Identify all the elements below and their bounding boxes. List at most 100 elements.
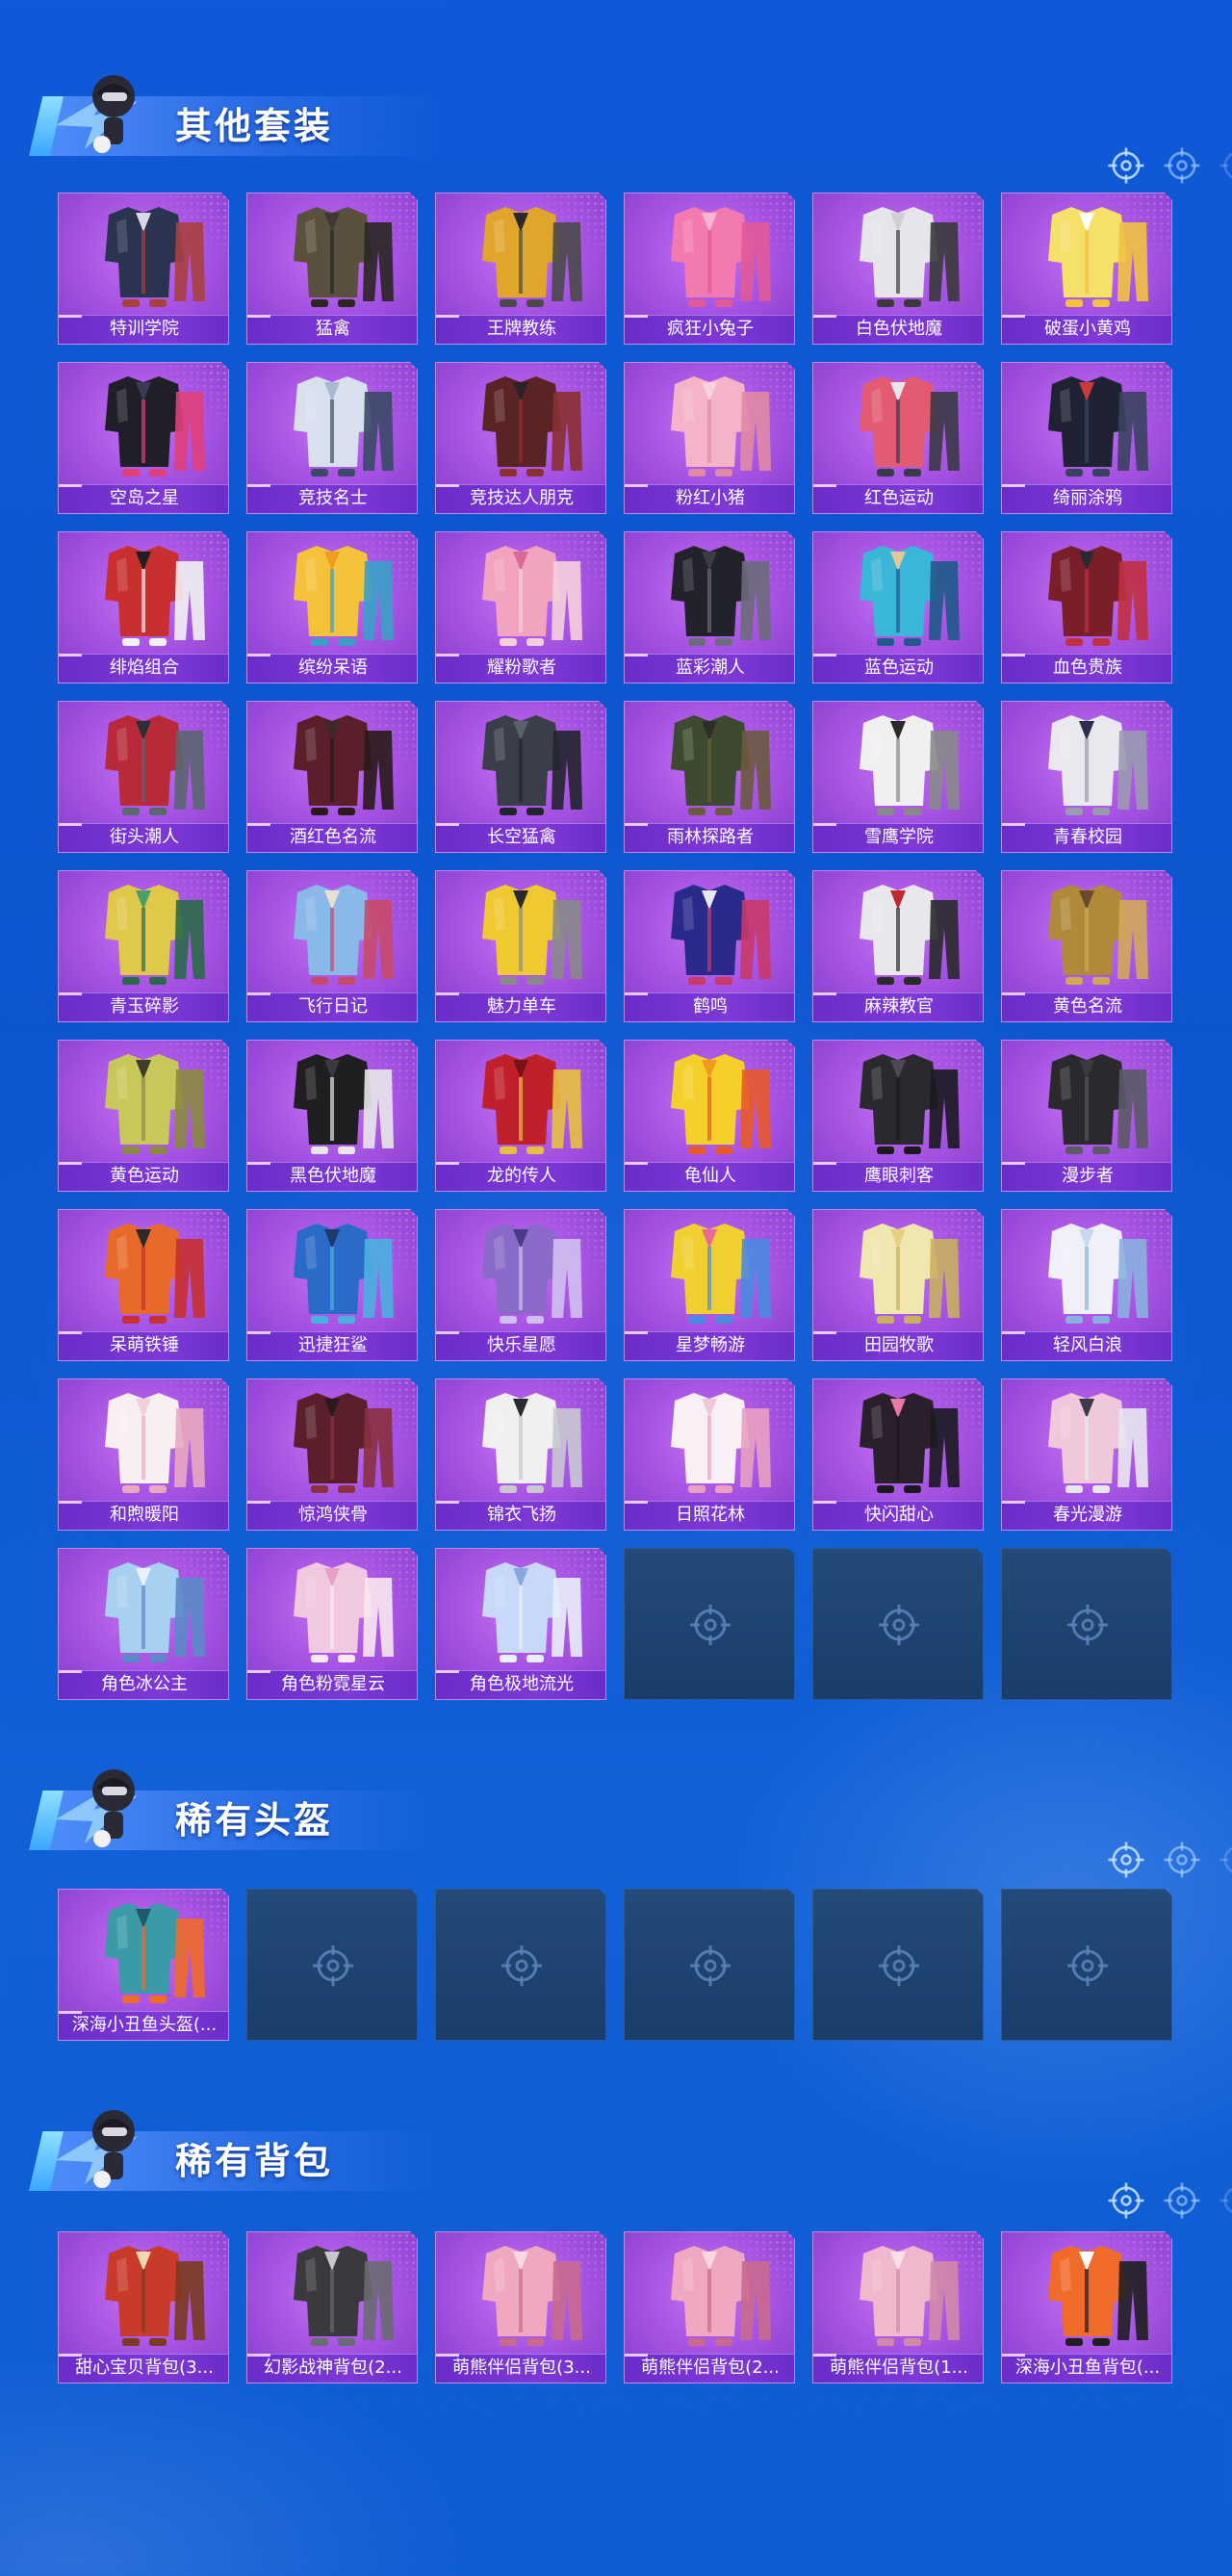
- item-card[interactable]: 深海小丑鱼头盔(...: [58, 1889, 229, 2041]
- item-card[interactable]: 长空猛禽: [435, 701, 606, 853]
- item-image: [1048, 1393, 1148, 1493]
- item-card[interactable]: 春光漫游: [1001, 1378, 1172, 1531]
- item-label: 青春校园: [1053, 827, 1122, 847]
- item-label: 疯狂小兔子: [667, 319, 754, 339]
- item-image: [671, 1054, 771, 1154]
- mascot-icon: [56, 75, 138, 153]
- item-card[interactable]: 飞行日记: [246, 870, 418, 1022]
- item-card[interactable]: 血色贵族: [1001, 531, 1172, 683]
- item-card[interactable]: 王牌教练: [435, 193, 606, 345]
- item-image: [482, 1224, 582, 1324]
- item-card[interactable]: 萌熊伴侣背包(3...: [435, 2231, 606, 2383]
- outfit-grid: 特训学院 猛禽 王牌教练 疯狂小兔子 白色伏地魔 破蛋小黄鸡空岛之星 竞技名士 竞技达人朋克 粉…: [58, 193, 1172, 1700]
- item-card[interactable]: 粉红小猪: [624, 362, 795, 514]
- item-label: 角色极地流光: [470, 1674, 574, 1694]
- item-card[interactable]: 雪鹰学院: [812, 701, 984, 853]
- item-card[interactable]: 竞技名士: [246, 362, 418, 514]
- item-card[interactable]: 绮丽涂鸦: [1001, 362, 1172, 514]
- item-card[interactable]: 轻风白浪: [1001, 1209, 1172, 1361]
- item-card[interactable]: 青春校园: [1001, 701, 1172, 853]
- item-label: 缤纷呆语: [298, 657, 368, 678]
- item-card[interactable]: 雨林探路者: [624, 701, 795, 853]
- item-card[interactable]: 萌熊伴侣背包(1...: [812, 2231, 984, 2383]
- item-card[interactable]: 疯狂小兔子: [624, 193, 795, 345]
- item-card[interactable]: 黄色运动: [58, 1040, 229, 1192]
- item-card[interactable]: 深海小丑鱼背包(...: [1001, 2231, 1172, 2383]
- item-card[interactable]: 龙的传人: [435, 1040, 606, 1192]
- item-image: [671, 546, 771, 646]
- item-card[interactable]: 日照花林: [624, 1378, 795, 1531]
- item-image: [105, 885, 205, 985]
- item-card[interactable]: 魅力单车: [435, 870, 606, 1022]
- item-card[interactable]: 鹤鸣: [624, 870, 795, 1022]
- item-card[interactable]: 竞技达人朋克: [435, 362, 606, 514]
- item-card[interactable]: 龟仙人: [624, 1040, 795, 1192]
- mascot-icon: [56, 1769, 138, 1847]
- item-card[interactable]: 青玉碎影: [58, 870, 229, 1022]
- item-card[interactable]: 星梦畅游: [624, 1209, 795, 1361]
- item-card[interactable]: 白色伏地魔: [812, 193, 984, 345]
- item-image: [105, 1224, 205, 1324]
- item-card[interactable]: 猛禽: [246, 193, 418, 345]
- item-card[interactable]: 破蛋小黄鸡: [1001, 193, 1172, 345]
- crosshair-icon: [313, 1945, 353, 1986]
- item-card[interactable]: 幻影战神背包(2...: [246, 2231, 418, 2383]
- item-image: [860, 715, 960, 815]
- item-label: 雨林探路者: [667, 827, 754, 847]
- item-label: 深海小丑鱼背包(...: [1014, 2357, 1161, 2378]
- item-card[interactable]: 角色极地流光: [435, 1548, 606, 1700]
- helmet-grid: 深海小丑鱼头盔(...: [58, 1889, 1172, 2041]
- item-image: [860, 885, 960, 985]
- item-label: 空岛之星: [110, 488, 179, 508]
- item-image: [482, 376, 582, 477]
- item-card[interactable]: 快闪甜心: [812, 1378, 984, 1531]
- item-image: [482, 546, 582, 646]
- item-card[interactable]: 鹰眼刺客: [812, 1040, 984, 1192]
- item-image: [482, 207, 582, 307]
- item-label: 雪鹰学院: [864, 827, 934, 847]
- item-card[interactable]: 特训学院: [58, 193, 229, 345]
- item-card[interactable]: 迅捷狂鲨: [246, 1209, 418, 1361]
- item-card[interactable]: 漫步者: [1001, 1040, 1172, 1192]
- item-label: 特训学院: [110, 319, 179, 339]
- item-card[interactable]: 酒红色名流: [246, 701, 418, 853]
- item-card[interactable]: 和煦暖阳: [58, 1378, 229, 1531]
- item-label: 田园牧歌: [864, 1335, 934, 1355]
- item-image: [105, 2246, 205, 2346]
- item-label: 日照花林: [676, 1505, 745, 1525]
- item-card[interactable]: 锦衣飞扬: [435, 1378, 606, 1531]
- empty-slot: [1001, 1548, 1172, 1700]
- item-image: [294, 376, 394, 477]
- item-card[interactable]: 角色冰公主: [58, 1548, 229, 1700]
- item-card[interactable]: 呆萌铁锤: [58, 1209, 229, 1361]
- item-card[interactable]: 麻辣教官: [812, 870, 984, 1022]
- item-label: 黄色名流: [1053, 996, 1122, 1017]
- item-card[interactable]: 空岛之星: [58, 362, 229, 514]
- item-card[interactable]: 黄色名流: [1001, 870, 1172, 1022]
- empty-slot: [624, 1889, 795, 2041]
- item-card[interactable]: 绯焰组合: [58, 531, 229, 683]
- item-card[interactable]: 快乐星愿: [435, 1209, 606, 1361]
- item-card[interactable]: 惊鸿侠骨: [246, 1378, 418, 1531]
- item-card[interactable]: 田园牧歌: [812, 1209, 984, 1361]
- item-label: 萌熊伴侣背包(2...: [641, 2357, 780, 2378]
- item-card[interactable]: 缤纷呆语: [246, 531, 418, 683]
- item-card[interactable]: 甜心宝贝背包(3...: [58, 2231, 229, 2383]
- item-card[interactable]: 耀粉歌者: [435, 531, 606, 683]
- item-card[interactable]: 角色粉霓星云: [246, 1548, 418, 1700]
- item-label: 萌熊伴侣背包(3...: [452, 2357, 591, 2378]
- item-image: [671, 376, 771, 477]
- item-card[interactable]: 萌熊伴侣背包(2...: [624, 2231, 795, 2383]
- header-decoration: [1040, 1839, 1232, 1881]
- item-card[interactable]: 街头潮人: [58, 701, 229, 853]
- item-card[interactable]: 红色运动: [812, 362, 984, 514]
- item-image: [294, 2246, 394, 2346]
- item-card[interactable]: 黑色伏地魔: [246, 1040, 418, 1192]
- item-image: [1048, 207, 1148, 307]
- item-label: 街头潮人: [110, 827, 179, 847]
- item-image: [671, 1393, 771, 1493]
- item-label: 龙的传人: [487, 1166, 556, 1186]
- item-card[interactable]: 蓝色运动: [812, 531, 984, 683]
- item-image: [671, 715, 771, 815]
- item-card[interactable]: 蓝彩潮人: [624, 531, 795, 683]
